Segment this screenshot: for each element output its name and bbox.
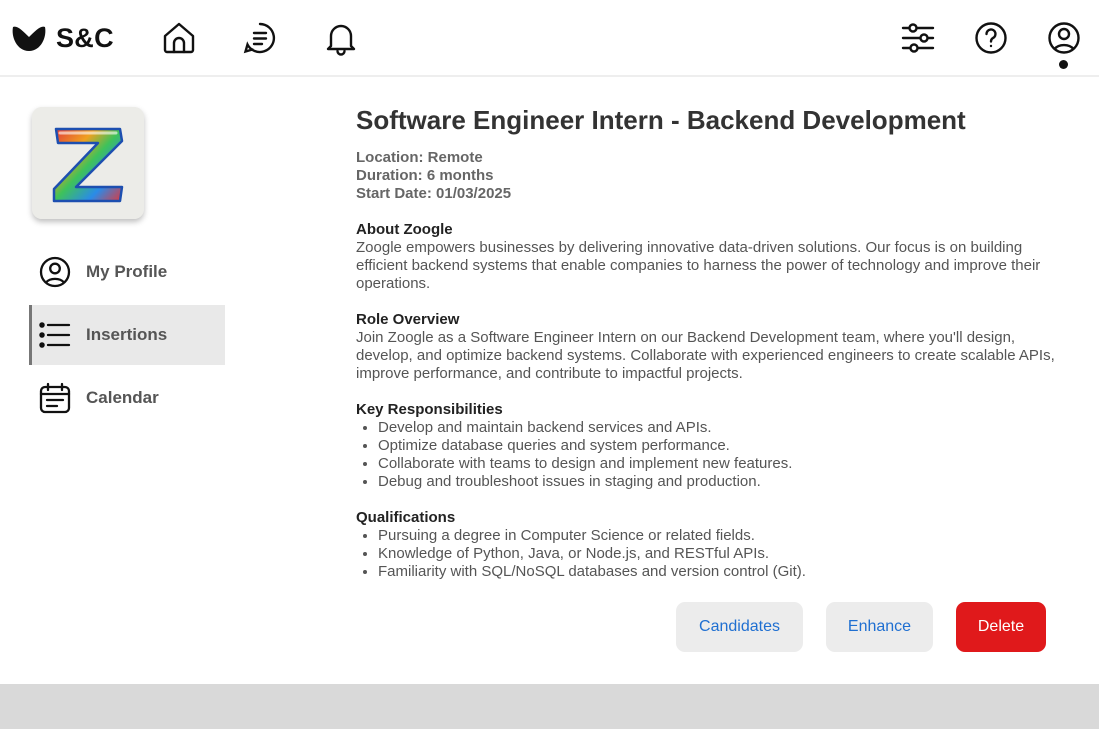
list-icon <box>38 318 72 352</box>
section-heading: Key Responsibilities <box>356 401 503 418</box>
brand-name: S&C <box>56 22 114 53</box>
home-icon[interactable] <box>161 20 197 56</box>
section-heading: Role Overview <box>356 311 460 328</box>
list-item: Develop and maintain backend services an… <box>378 419 1056 437</box>
job-start-date: Start Date: 01/03/2025 <box>356 185 512 202</box>
list-item: Debug and troubleshoot issues in staging… <box>378 473 1056 491</box>
user-circle-icon <box>38 255 72 289</box>
job-detail: Software Engineer Intern - Backend Devel… <box>356 100 1056 581</box>
footer-bar <box>0 684 1099 729</box>
profile-icon[interactable] <box>1046 20 1082 56</box>
bell-icon[interactable] <box>323 20 359 56</box>
sidebar-item-insertions[interactable]: Insertions <box>29 305 225 365</box>
sidebar-item-label: Calendar <box>86 388 159 407</box>
sidebar: My Profile Insertions Calendar <box>0 79 240 683</box>
sidebar-item-my-profile[interactable]: My Profile <box>29 242 225 302</box>
zoogle-logo-icon <box>32 107 144 219</box>
top-navigation-bar: S&C <box>0 0 1099 77</box>
help-icon[interactable] <box>973 20 1009 56</box>
section-text: Zoogle empowers businesses by delivering… <box>356 239 1041 292</box>
responsibilities-section: Key Responsibilities Develop and maintai… <box>356 401 1056 491</box>
list-item: Pursuing a degree in Computer Science or… <box>378 527 1056 545</box>
brand[interactable]: S&C <box>11 22 114 54</box>
qualifications-list: Pursuing a degree in Computer Science or… <box>356 527 1056 581</box>
sidebar-item-calendar[interactable]: Calendar <box>29 368 225 428</box>
section-heading: Qualifications <box>356 509 456 526</box>
section-text: Join Zoogle as a Software Engineer Inter… <box>356 329 1055 382</box>
job-duration: Duration: 6 months <box>356 167 494 184</box>
calendar-icon <box>38 381 72 415</box>
list-item: Knowledge of Python, Java, or Node.js, a… <box>378 545 1056 563</box>
brand-logo-icon <box>12 26 46 51</box>
list-item: Collaborate with teams to design and imp… <box>378 455 1056 473</box>
section-heading: About Zoogle <box>356 221 453 238</box>
sidebar-item-label: My Profile <box>86 262 168 281</box>
role-overview-section: Role Overview Join Zoogle as a Software … <box>356 311 1056 383</box>
responsibilities-list: Develop and maintain backend services an… <box>356 419 1056 491</box>
filters-icon[interactable] <box>900 20 936 56</box>
candidates-button[interactable]: Candidates <box>676 602 803 652</box>
job-location: Location: Remote <box>356 149 483 166</box>
about-section: About Zoogle Zoogle empowers businesses … <box>356 221 1056 293</box>
messages-icon[interactable] <box>242 20 278 56</box>
enhance-button[interactable]: Enhance <box>826 602 933 652</box>
list-item: Familiarity with SQL/NoSQL databases and… <box>378 563 1056 581</box>
qualifications-section: Qualifications Pursuing a degree in Comp… <box>356 509 1056 581</box>
active-indicator-dot <box>1059 60 1068 69</box>
delete-button[interactable]: Delete <box>956 602 1046 652</box>
page-title: Software Engineer Intern - Backend Devel… <box>356 105 966 135</box>
list-item: Optimize database queries and system per… <box>378 437 1056 455</box>
sidebar-item-label: Insertions <box>86 325 168 344</box>
